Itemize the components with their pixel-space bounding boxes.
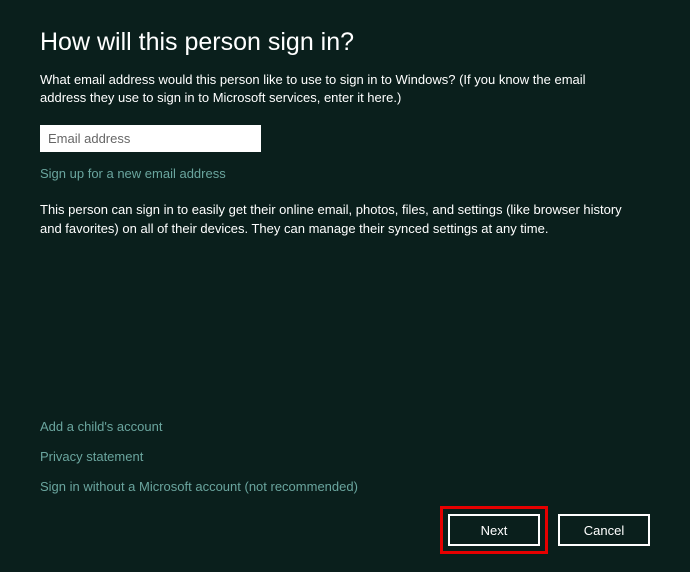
privacy-statement-link[interactable]: Privacy statement bbox=[40, 449, 358, 464]
signup-new-email-link[interactable]: Sign up for a new email address bbox=[40, 166, 650, 181]
page-title: How will this person sign in? bbox=[40, 28, 650, 57]
next-button-highlight: Next bbox=[440, 506, 548, 554]
cancel-button[interactable]: Cancel bbox=[558, 514, 650, 546]
bottom-links: Add a child's account Privacy statement … bbox=[40, 419, 358, 494]
email-field[interactable] bbox=[40, 125, 261, 152]
add-child-account-link[interactable]: Add a child's account bbox=[40, 419, 358, 434]
signin-setup-page: How will this person sign in? What email… bbox=[0, 0, 690, 572]
next-button[interactable]: Next bbox=[448, 514, 540, 546]
signin-without-msaccount-link[interactable]: Sign in without a Microsoft account (not… bbox=[40, 479, 358, 494]
signin-description: This person can sign in to easily get th… bbox=[40, 201, 640, 237]
page-subtitle: What email address would this person lik… bbox=[40, 71, 630, 107]
button-bar: Next Cancel bbox=[440, 506, 650, 554]
